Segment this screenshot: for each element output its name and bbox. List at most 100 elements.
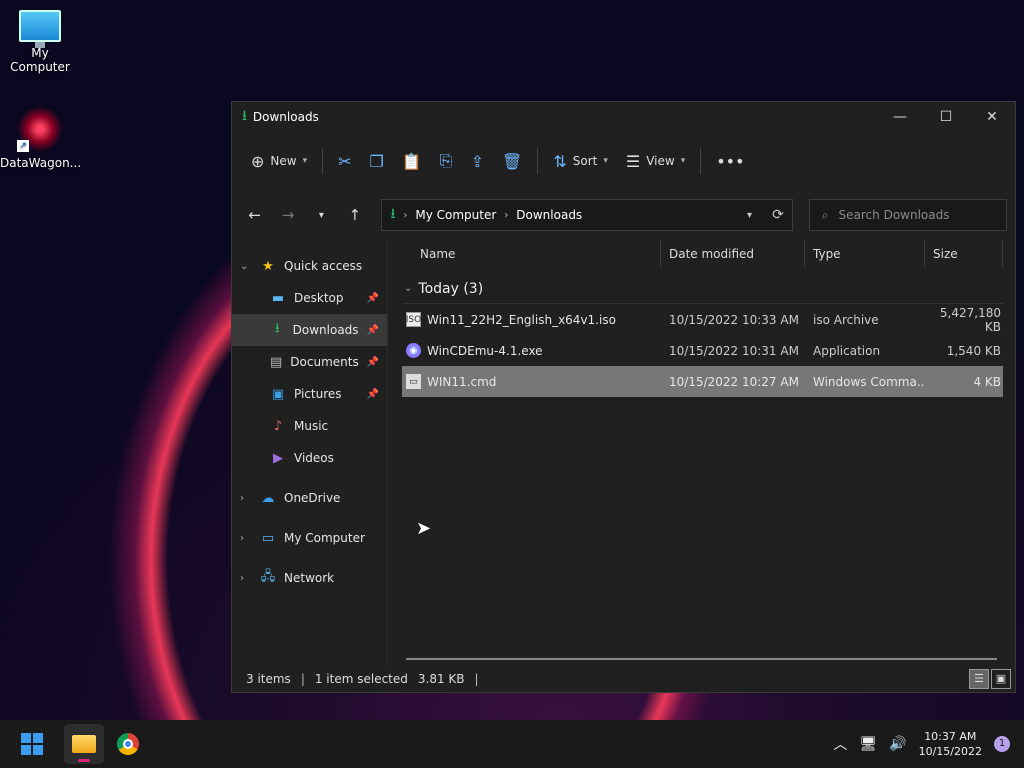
- document-icon: ▤: [270, 354, 283, 370]
- file-date: 10/15/2022 10:27 AM: [669, 374, 799, 389]
- cut-button[interactable]: ✂: [329, 145, 360, 177]
- maximize-button[interactable]: ☐: [923, 102, 969, 132]
- taskbar-chrome[interactable]: [108, 724, 148, 764]
- desktop-icon-datawagon[interactable]: ↗ DataWagon...: [0, 106, 81, 170]
- search-input[interactable]: [838, 208, 979, 222]
- rename-icon: ⎘: [439, 151, 453, 170]
- disc-app-icon: ◉: [406, 343, 421, 358]
- selected-size: 3.81 KB: [417, 672, 465, 686]
- file-row[interactable]: ISO Win11_22H2_English_x64v1.iso 10/15/20…: [402, 304, 1003, 335]
- selected-count: 1 item selected: [314, 672, 408, 686]
- status-divider: |: [474, 672, 479, 686]
- command-bar: ⊕ New ▾ ✂ ❐ 📋 ⎘ ⇪ 🗑 ⇅ Sort ▾ ☰ View ▾ ••…: [232, 132, 1015, 190]
- window-title: Downloads: [252, 110, 319, 124]
- sidebar-item-desktop[interactable]: ▬ Desktop 📌: [232, 282, 387, 314]
- column-header-name[interactable]: Name: [402, 240, 661, 268]
- file-row-selected[interactable]: ▭ WIN11.cmd 10/15/2022 10:27 AM Windows C…: [402, 366, 1003, 397]
- address-history-button[interactable]: ▾: [747, 210, 752, 221]
- sidebar-item-label: Desktop: [294, 291, 344, 305]
- sort-icon: ⇅: [553, 151, 567, 171]
- column-header-date[interactable]: Date modified: [661, 240, 805, 268]
- search-icon: ⌕: [821, 207, 829, 222]
- view-button[interactable]: ☰ View ▾: [617, 145, 694, 177]
- file-name: Win11_22H2_English_x64v1.iso: [427, 312, 616, 327]
- new-button[interactable]: ⊕ New ▾: [242, 145, 316, 177]
- start-button[interactable]: [12, 724, 52, 764]
- chevron-down-icon: ⌄: [404, 283, 413, 294]
- sidebar-item-onedrive[interactable]: › ☁ OneDrive: [232, 482, 387, 514]
- breadcrumb-my-computer[interactable]: My Computer: [415, 208, 496, 222]
- file-row[interactable]: ◉ WinCDEmu-4.1.exe 10/15/2022 10:31 AM Ap…: [402, 335, 1003, 366]
- chevron-down-icon: ▾: [603, 156, 608, 166]
- forward-button[interactable]: →: [273, 206, 302, 224]
- chevron-right-icon: ›: [504, 209, 509, 221]
- file-name: WinCDEmu-4.1.exe: [427, 343, 543, 358]
- chevron-up-icon[interactable]: ︿: [833, 734, 847, 754]
- minimize-button[interactable]: —: [877, 102, 923, 132]
- desktop-icon-my-computer[interactable]: My Computer: [0, 10, 80, 74]
- rename-button[interactable]: ⎘: [431, 145, 462, 177]
- sort-button[interactable]: ⇅ Sort ▾: [544, 145, 617, 177]
- search-box[interactable]: ⌕: [808, 199, 1008, 231]
- recent-locations-button[interactable]: ▾: [307, 210, 336, 221]
- column-header-type[interactable]: Type: [805, 240, 925, 268]
- notification-badge[interactable]: 1: [994, 736, 1010, 752]
- back-button[interactable]: ←: [240, 206, 269, 224]
- chevron-down-icon: ▾: [680, 156, 686, 166]
- more-options-button[interactable]: •••: [707, 145, 753, 177]
- shortcut-arrow-icon: ↗: [17, 140, 29, 152]
- cloud-icon: ☁: [261, 490, 275, 506]
- pin-icon: 📌: [366, 324, 379, 336]
- view-icon: ☰: [625, 151, 641, 171]
- network-icon: 🖧: [260, 569, 276, 584]
- tiles-view-button[interactable]: ▣: [991, 669, 1011, 689]
- sidebar-item-documents[interactable]: ▤ Documents 📌: [232, 346, 387, 378]
- video-icon: ▶: [273, 450, 283, 466]
- system-tray: ︿ 🖥 🔊 10:37 AM 10/15/2022 1: [833, 729, 1024, 759]
- close-button[interactable]: ✕: [969, 102, 1015, 132]
- network-icon[interactable]: 🖥: [859, 736, 877, 752]
- item-count: 3 items: [246, 672, 291, 686]
- clock[interactable]: 10:37 AM 10/15/2022: [919, 729, 982, 759]
- details-view-button[interactable]: ☰: [969, 669, 989, 689]
- up-button[interactable]: ↑: [340, 206, 369, 224]
- title-bar[interactable]: ⭳ Downloads — ☐ ✕: [232, 102, 1015, 132]
- sidebar-item-pictures[interactable]: ▣ Pictures 📌: [232, 378, 387, 410]
- sidebar-item-label: Quick access: [284, 259, 363, 273]
- column-headers: Name Date modified Type Size: [402, 240, 1015, 268]
- computer-icon: ▭: [261, 530, 275, 546]
- sidebar-item-music[interactable]: ♪ Music: [232, 410, 387, 442]
- file-date: 10/15/2022 10:31 AM: [669, 343, 799, 358]
- clock-time: 10:37 AM: [924, 730, 977, 743]
- scissors-icon: ✂: [338, 151, 352, 171]
- taskbar-file-explorer[interactable]: [64, 724, 104, 764]
- sidebar-item-quick-access[interactable]: ⌄ ★ Quick access: [232, 250, 387, 282]
- column-header-size[interactable]: Size: [925, 240, 1003, 268]
- explorer-body: ⌄ ★ Quick access ▬ Desktop 📌 ⭳ Downloads…: [232, 240, 1015, 666]
- horizontal-scrollbar[interactable]: [406, 658, 997, 660]
- sidebar-item-label: Documents: [290, 355, 359, 369]
- file-explorer-window: ⭳ Downloads — ☐ ✕ ⊕ New ▾ ✂ ❐ 📋 ⎘ ⇪ 🗑 ⇅ …: [231, 101, 1016, 693]
- sidebar-item-label: Videos: [294, 451, 334, 465]
- delete-button[interactable]: 🗑: [493, 145, 531, 177]
- cmd-file-icon: ▭: [406, 374, 421, 389]
- music-icon: ♪: [273, 418, 283, 434]
- group-header-today[interactable]: ⌄ Today (3): [402, 274, 1003, 304]
- breadcrumb-downloads[interactable]: Downloads: [516, 208, 582, 222]
- sidebar-item-videos[interactable]: ▶ Videos: [232, 442, 387, 474]
- volume-icon[interactable]: 🔊: [889, 736, 906, 752]
- copy-button[interactable]: ❐: [361, 145, 393, 177]
- chevron-right-icon: ›: [240, 532, 244, 544]
- taskbar: ︿ 🖥 🔊 10:37 AM 10/15/2022 1: [0, 720, 1024, 768]
- share-button[interactable]: ⇪: [462, 145, 493, 177]
- address-bar[interactable]: ⭳ › My Computer › Downloads ▾ ⟳: [381, 199, 793, 231]
- refresh-button[interactable]: ⟳: [772, 207, 784, 223]
- sidebar-item-network[interactable]: › 🖧 Network: [232, 562, 387, 594]
- sidebar-item-downloads[interactable]: ⭳ Downloads 📌: [232, 314, 387, 346]
- sidebar-item-my-computer[interactable]: › ▭ My Computer: [232, 522, 387, 554]
- datawagon-icon: ↗: [17, 106, 63, 152]
- paste-button[interactable]: 📋: [393, 145, 431, 177]
- sidebar-item-label: Downloads: [292, 323, 359, 337]
- toolbar-divider: [700, 148, 702, 174]
- iso-file-icon: ISO: [406, 312, 421, 327]
